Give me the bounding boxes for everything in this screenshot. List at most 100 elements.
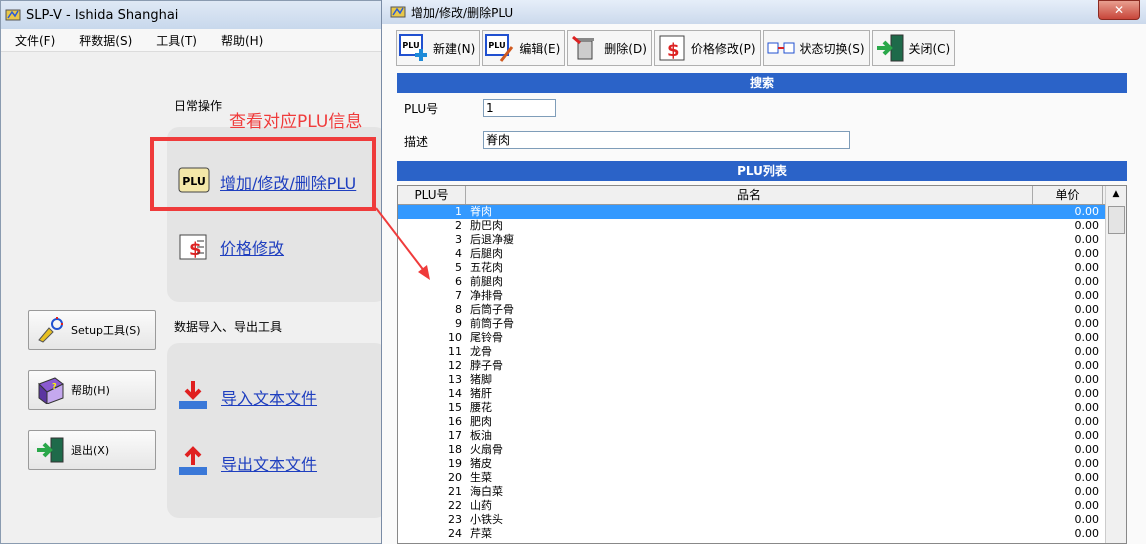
row-price: 0.00 xyxy=(1074,443,1100,456)
export-link[interactable]: 导出文本文件 xyxy=(221,451,317,475)
window-close-button[interactable]: ✕ xyxy=(1098,0,1140,20)
table-row[interactable]: 22 山药 0.00 xyxy=(398,499,1126,513)
import-link[interactable]: 导入文本文件 xyxy=(221,385,317,409)
table-row[interactable]: 24 芹菜 0.00 xyxy=(398,527,1126,541)
delete-button[interactable]: 删除(D) xyxy=(567,30,652,66)
desc-input[interactable]: 脊肉 xyxy=(483,131,850,149)
row-price: 0.00 xyxy=(1074,359,1100,372)
row-plu-no: 16 xyxy=(448,415,462,428)
plu-window-icon xyxy=(390,6,406,18)
daily-ops-label: 日常操作 xyxy=(174,99,223,113)
table-row[interactable]: 17 板油 0.00 xyxy=(398,429,1126,443)
row-plu-no: 18 xyxy=(448,443,462,456)
row-price: 0.00 xyxy=(1074,513,1100,526)
plu-no-input[interactable]: 1 xyxy=(483,99,556,117)
table-row[interactable]: 18 火扇骨 0.00 xyxy=(398,443,1126,457)
table-row[interactable]: 21 海白菜 0.00 xyxy=(398,485,1126,499)
exit-icon xyxy=(37,437,64,463)
edit-button[interactable]: PLU 编辑(E) xyxy=(482,30,566,66)
plu-table: PLU号 品名 单价 1 脊肉 0.00 2 肋巴肉 0.00 3 后退净瘦 0.00 4 后腿肉 0… xyxy=(397,185,1127,544)
table-body: 1 脊肉 0.00 2 肋巴肉 0.00 3 后退净瘦 0.00 4 后腿肉 0.00 5 五花肉 0.00… xyxy=(398,205,1126,541)
row-price: 0.00 xyxy=(1074,429,1100,442)
svg-text:$: $ xyxy=(189,239,202,260)
close-label: 关闭(C) xyxy=(908,41,951,56)
import-icon xyxy=(179,381,207,409)
scroll-thumb[interactable] xyxy=(1108,206,1125,234)
table-row[interactable]: 5 五花肉 0.00 xyxy=(398,261,1126,275)
table-row[interactable]: 7 净排骨 0.00 xyxy=(398,289,1126,303)
table-row[interactable]: 15 腰花 0.00 xyxy=(398,401,1126,415)
row-plu-no: 3 xyxy=(455,233,462,246)
row-name: 五花肉 xyxy=(470,261,503,274)
col-price[interactable]: 单价 xyxy=(1033,186,1103,204)
desc-label: 描述 xyxy=(404,135,429,149)
row-plu-no: 8 xyxy=(455,303,462,316)
price-edit-button[interactable]: $ 价格修改(P) xyxy=(653,30,761,66)
row-name: 芹菜 xyxy=(470,527,492,540)
export-icon xyxy=(179,446,207,475)
table-row[interactable]: 19 猪皮 0.00 xyxy=(398,457,1126,471)
row-plu-no: 17 xyxy=(448,429,462,442)
table-row[interactable]: 11 龙骨 0.00 xyxy=(398,345,1126,359)
help-button[interactable]: ? 帮助(H) xyxy=(28,370,156,410)
table-row[interactable]: 4 后腿肉 0.00 xyxy=(398,247,1126,261)
row-price: 0.00 xyxy=(1074,205,1100,218)
exit-button[interactable]: 退出(X) xyxy=(28,430,156,470)
plu-titlebar: 增加/修改/删除PLU ✕ xyxy=(382,0,1146,24)
col-plu-no[interactable]: PLU号 xyxy=(398,186,466,204)
close-button[interactable]: 关闭(C) xyxy=(871,30,956,66)
row-name: 前筒子骨 xyxy=(470,317,514,330)
scroll-up-icon[interactable]: ▲ xyxy=(1106,186,1126,202)
plu-no-label: PLU号 xyxy=(404,102,439,116)
row-plu-no: 24 xyxy=(448,527,462,540)
table-row[interactable]: 12 脖子骨 0.00 xyxy=(398,359,1126,373)
table-row[interactable]: 6 前腿肉 0.00 xyxy=(398,275,1126,289)
annotation-text: 查看对应PLU信息 xyxy=(229,112,363,132)
status-toggle-button[interactable]: 状态切换(S) xyxy=(762,30,870,66)
status-toggle-icon xyxy=(767,42,795,54)
row-plu-no: 7 xyxy=(455,289,462,302)
row-name: 脖子骨 xyxy=(470,359,503,372)
table-header: PLU号 品名 单价 xyxy=(398,186,1126,205)
table-row[interactable]: 14 猪肝 0.00 xyxy=(398,387,1126,401)
table-row[interactable]: 16 肥肉 0.00 xyxy=(398,415,1126,429)
table-row[interactable]: 1 脊肉 0.00 xyxy=(398,205,1126,219)
vertical-scrollbar[interactable]: ▲ xyxy=(1105,186,1126,543)
highlight-box xyxy=(150,137,376,211)
row-price: 0.00 xyxy=(1074,387,1100,400)
menu-tools[interactable]: 工具(T) xyxy=(156,32,197,49)
menu-scale-data[interactable]: 秤数据(S) xyxy=(79,32,132,49)
row-plu-no: 19 xyxy=(448,457,462,470)
status-toggle-label: 状态切换(S) xyxy=(799,41,865,56)
table-row[interactable]: 13 猪脚 0.00 xyxy=(398,373,1126,387)
row-name: 猪皮 xyxy=(470,457,492,470)
col-name[interactable]: 品名 xyxy=(466,186,1033,204)
row-name: 后腿肉 xyxy=(470,247,503,260)
row-name: 肋巴肉 xyxy=(470,219,503,232)
table-row[interactable]: 20 生菜 0.00 xyxy=(398,471,1126,485)
price-link[interactable]: 价格修改 xyxy=(220,235,284,259)
row-plu-no: 11 xyxy=(448,345,462,358)
edit-plu-icon: PLU xyxy=(485,34,514,62)
data-tools-label: 数据导入、导出工具 xyxy=(174,320,283,334)
table-row[interactable]: 8 后筒子骨 0.00 xyxy=(398,303,1126,317)
new-button[interactable]: PLU 新建(N) xyxy=(396,30,481,66)
menu-file[interactable]: 文件(F) xyxy=(15,32,55,49)
row-price: 0.00 xyxy=(1074,471,1100,484)
table-row[interactable]: 2 肋巴肉 0.00 xyxy=(398,219,1126,233)
delete-trash-icon xyxy=(572,35,595,60)
table-row[interactable]: 3 后退净瘦 0.00 xyxy=(398,233,1126,247)
row-plu-no: 9 xyxy=(455,317,462,330)
row-name: 火扇骨 xyxy=(470,443,503,456)
table-row[interactable]: 23 小铁头 0.00 xyxy=(398,513,1126,527)
table-row[interactable]: 10 尾铃骨 0.00 xyxy=(398,331,1126,345)
svg-text:PLU: PLU xyxy=(489,41,506,50)
setup-button[interactable]: Setup工具(S) xyxy=(28,310,156,350)
row-price: 0.00 xyxy=(1074,275,1100,288)
menu-help[interactable]: 帮助(H) xyxy=(221,32,263,49)
row-name: 后退净瘦 xyxy=(470,233,514,246)
svg-text:$: $ xyxy=(667,40,680,61)
table-row[interactable]: 9 前筒子骨 0.00 xyxy=(398,317,1126,331)
row-price: 0.00 xyxy=(1074,401,1100,414)
row-price: 0.00 xyxy=(1074,247,1100,260)
